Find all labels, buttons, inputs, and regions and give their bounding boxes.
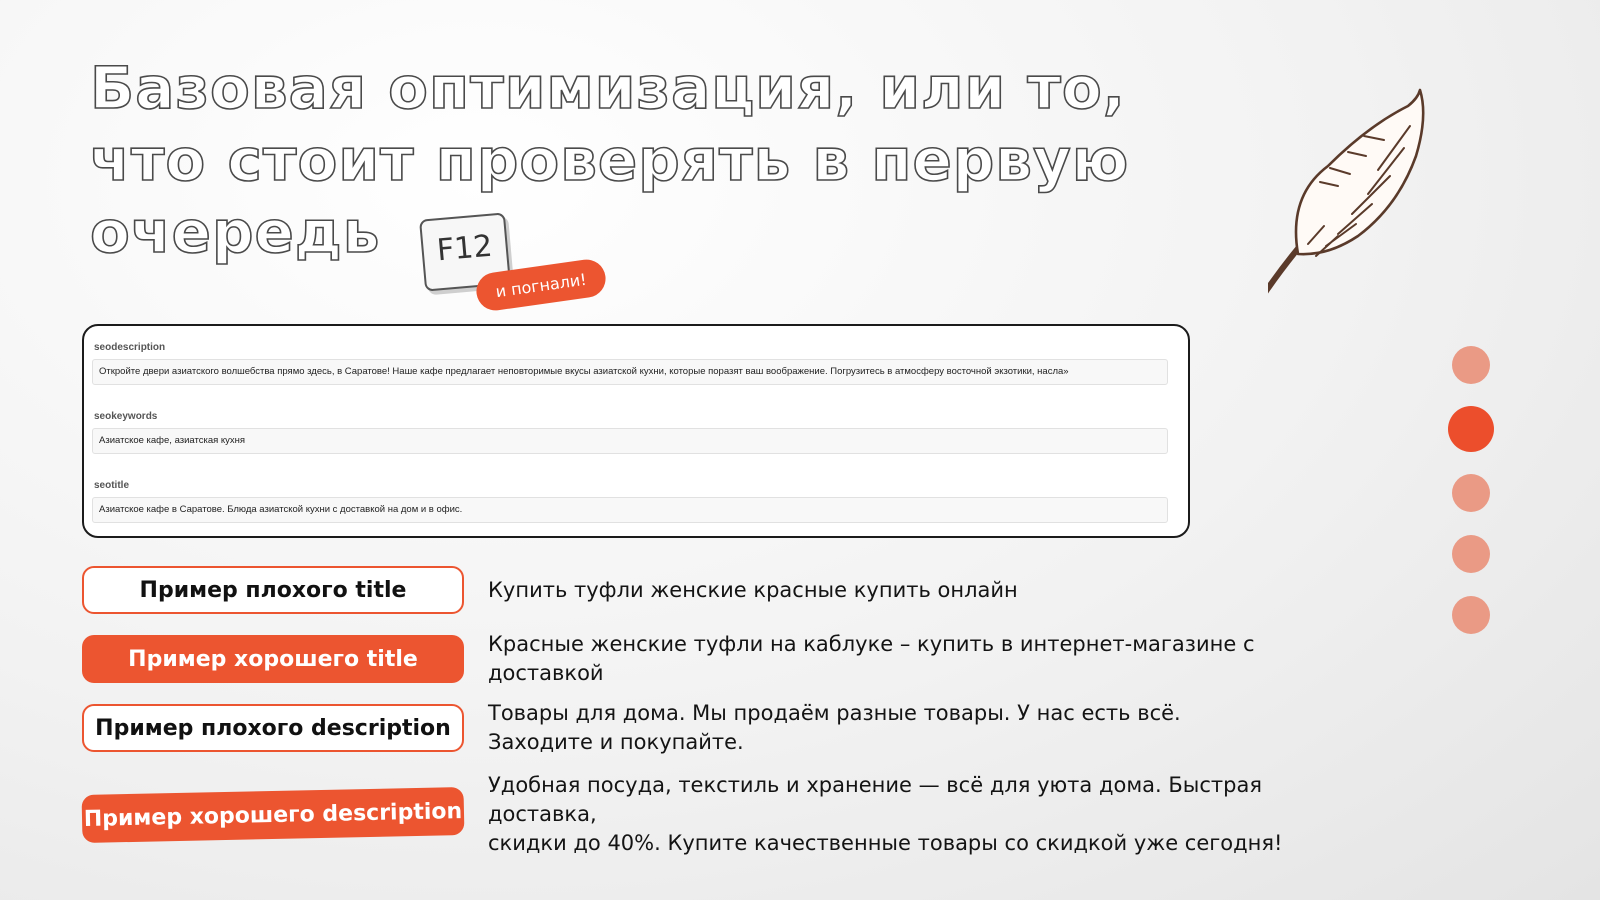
good-title-text: Красные женские туфли на каблуке – купит… [488,632,1255,685]
good-description-label: Пример хорошего description [81,786,465,843]
seokeywords-label: seokeywords [94,411,158,422]
feather-icon [1268,88,1425,294]
seodescription-field: seodescription Откройте двери азиатского… [92,342,1170,385]
example-row-good-description: Пример хорошего description Удобная посу… [81,771,1382,858]
example-row-bad-description: Пример плохого description Товары для до… [82,699,1382,757]
pagination-dot-2[interactable] [1448,406,1494,452]
bad-title-label: Пример плохого title [82,566,464,614]
pagination-dot-4[interactable] [1452,535,1490,573]
slide-pagination [1446,340,1506,640]
seotitle-label: seotitle [94,480,130,491]
page-title: Базовая оптимизация, или то, что стоит п… [89,52,1190,268]
seotitle-input[interactable]: Азиатское кафе в Саратове. Блюда азиатск… [92,497,1168,523]
seokeywords-input[interactable]: Азиатское кафе, азиатская кухня [92,428,1168,454]
good-description-text: Удобная посуда, текстиль и хранение — вс… [488,771,1358,858]
seo-fields-panel: seodescription Откройте двери азиатского… [82,324,1190,538]
seodescription-input[interactable]: Откройте двери азиатского волшебства пря… [92,359,1168,385]
go-badge-label: и погнали! [494,269,588,301]
example-row-good-title: Пример хорошего title Красные женские ту… [82,630,1382,688]
bad-description-label: Пример плохого description [82,704,464,752]
seokeywords-field: seokeywords Азиатское кафе, азиатская ку… [92,411,1170,454]
good-description-line-2: скидки до 40%. Купите качественные товар… [488,831,1283,855]
title-line-1: Базовая оптимизация, или то, [89,53,1126,123]
good-title-label: Пример хорошего title [82,635,464,683]
bad-description-text: Товары для дома. Мы продаём разные товар… [488,699,1358,757]
title-line-3: очередь [89,197,381,267]
title-line-2: что стоит проверять в первую [89,125,1130,195]
example-row-bad-title: Пример плохого title Купить туфли женски… [82,566,1382,614]
seotitle-field: seotitle Азиатское кафе в Саратове. Блюд… [92,480,1170,523]
pagination-dot-1[interactable] [1452,346,1490,384]
seodescription-label: seodescription [94,342,166,353]
f12-key-label: F12 [435,228,494,268]
pagination-dot-5[interactable] [1452,596,1490,634]
bad-description-line-1: Товары для дома. Мы продаём разные товар… [488,701,1181,725]
good-description-line-1: Удобная посуда, текстиль и хранение — вс… [488,773,1262,826]
bad-description-line-2: Заходите и покупайте. [488,730,744,754]
bad-title-text: Купить туфли женские красные купить онла… [488,577,1018,602]
pagination-dot-3[interactable] [1452,474,1490,512]
